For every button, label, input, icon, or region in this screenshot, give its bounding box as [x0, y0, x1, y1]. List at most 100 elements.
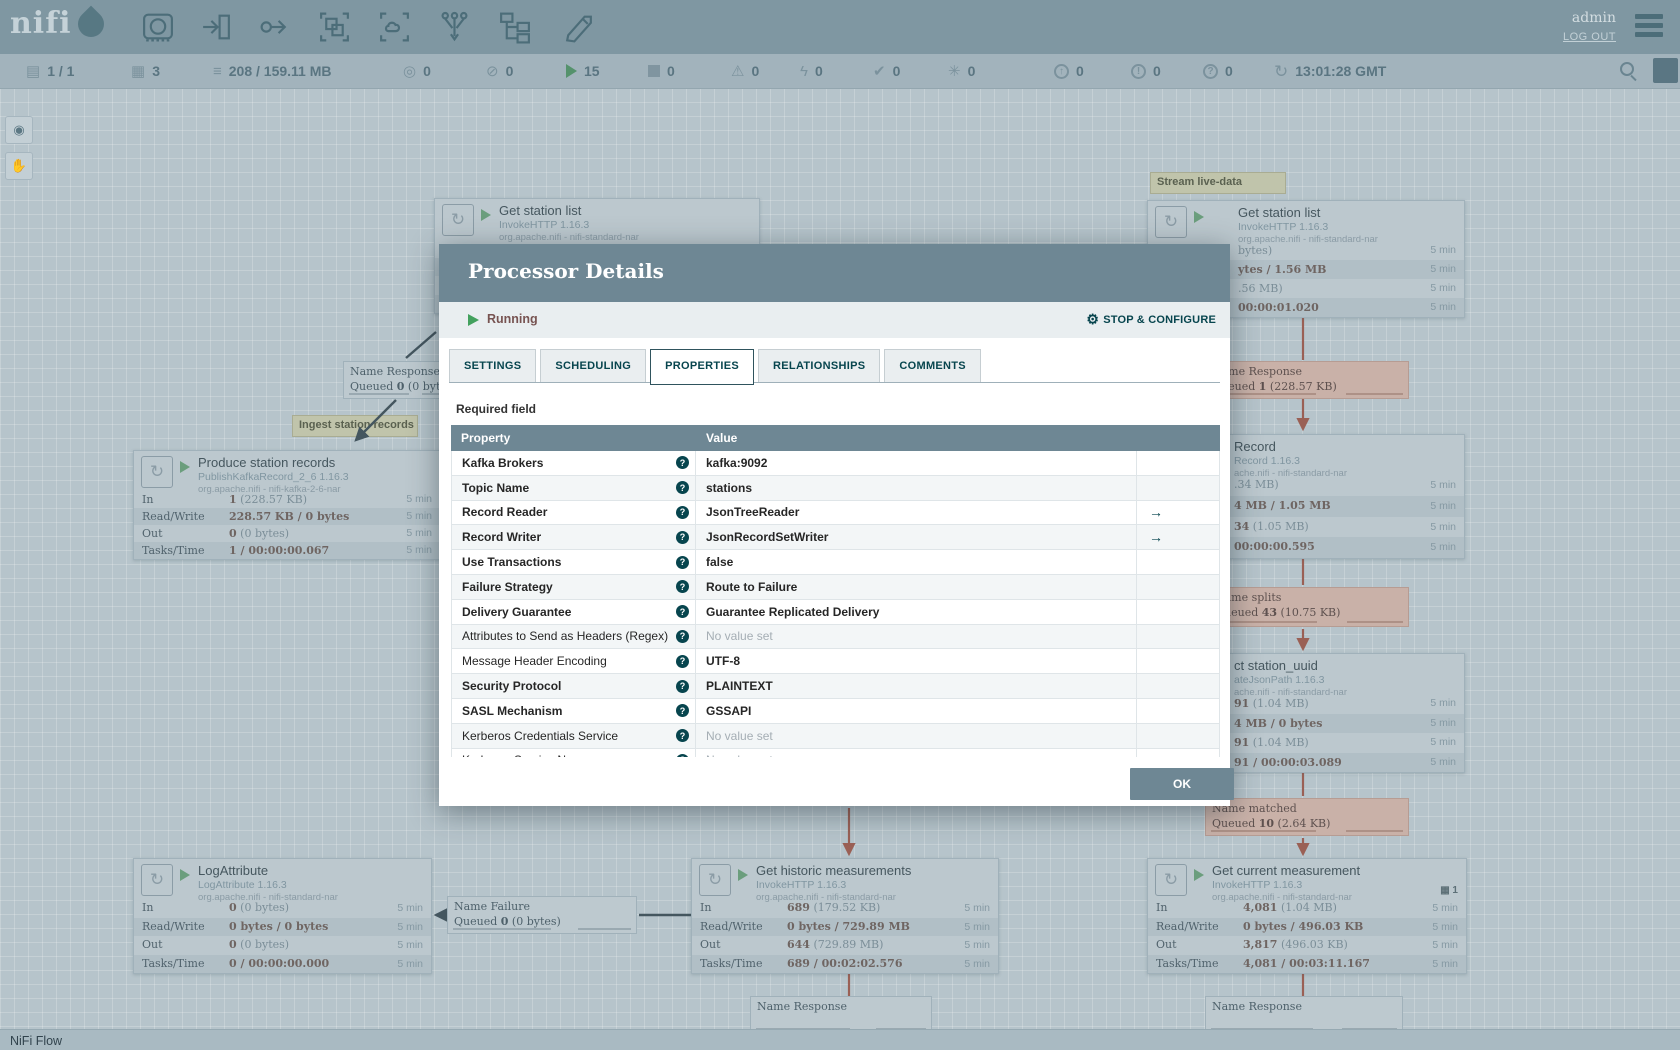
status-sync-failure: ? 0 [1203, 54, 1233, 88]
stat-value: 644 (729.89 MB) [787, 938, 884, 951]
remote-process-group-icon[interactable] [377, 8, 413, 46]
label-icon[interactable] [561, 8, 597, 46]
funnel-icon[interactable] [437, 8, 473, 46]
processor-icon[interactable] [140, 8, 176, 46]
property-actions-cell [1137, 600, 1219, 624]
connection-response-bottom-left[interactable]: Name Response [750, 996, 932, 1029]
stat-window: 5 min [1430, 499, 1456, 512]
processor-type-icon: ↻ [141, 864, 173, 896]
tab-properties[interactable]: PROPERTIES [650, 349, 755, 385]
label-stream-live-data[interactable]: Stream live-data [1150, 172, 1286, 194]
property-value-cell[interactable]: JsonRecordSetWriter [696, 525, 1137, 550]
stat-value: 4,081 / 00:03:11.167 [1243, 955, 1370, 974]
up-to-date-count: 0 [892, 63, 901, 79]
tab-scheduling[interactable]: SCHEDULING [540, 349, 647, 383]
ok-button[interactable]: OK [1130, 768, 1234, 800]
property-value-cell[interactable]: GSSAPI [696, 698, 1137, 723]
operate-palette-button[interactable]: ✋ [5, 152, 33, 180]
tab-comments[interactable]: COMMENTS [884, 349, 981, 383]
help-icon[interactable]: ? [676, 753, 689, 757]
help-icon[interactable]: ? [676, 505, 689, 519]
property-actions-cell [1137, 451, 1219, 475]
navigate-palette-button[interactable]: ◉ [5, 116, 33, 144]
stat-label: Tasks/Time [1156, 956, 1219, 970]
property-value-cell[interactable]: PLAINTEXT [696, 674, 1137, 698]
property-value-cell[interactable]: Guarantee Replicated Delivery [696, 599, 1137, 624]
stop-and-configure-button[interactable]: ⚙ STOP & CONFIGURE [1086, 311, 1216, 328]
processor-header: ↻ Produce station records PublishKafkaReco… [134, 451, 440, 495]
backpressure-bar-right [578, 928, 631, 930]
get-historic-measurements[interactable]: ↻ Get historic measurements InvokeHTTP 1.1… [691, 858, 999, 974]
property-actions-cell [1137, 625, 1219, 649]
property-value-cell[interactable]: No value set [696, 723, 1137, 748]
transmitting-count: 0 [423, 63, 431, 79]
connection-response-bottom-right[interactable]: Name Response [1205, 996, 1403, 1029]
connection-splits[interactable]: Name splits Queued 43 (10.75 KB) [1208, 587, 1409, 627]
label-ingest-station-records[interactable]: Ingest station records [292, 415, 418, 437]
run-status-label: Running [487, 312, 538, 326]
property-value-cell[interactable]: false [696, 550, 1137, 574]
connection-failure[interactable]: Name Failure Queued 0 (0 bytes) [447, 896, 637, 934]
process-group-icon[interactable] [317, 8, 353, 46]
stat-window: 5 min [964, 902, 990, 914]
global-menu-icon[interactable] [1635, 14, 1663, 41]
processor-header: ↻ Get station list InvokeHTTP 1.16.3 org.ap… [435, 199, 759, 243]
help-icon[interactable]: ? [676, 580, 689, 594]
goto-service-icon[interactable]: → [1149, 529, 1163, 545]
help-icon[interactable]: ? [676, 456, 689, 470]
property-value-cell[interactable]: No value set [696, 624, 1137, 649]
tab-settings[interactable]: SETTINGS [449, 349, 537, 383]
property-value-cell[interactable]: UTF-8 [696, 649, 1137, 674]
statusbar-square-button[interactable] [1653, 58, 1678, 83]
connection-line[interactable] [405, 331, 437, 359]
user-area: admin LOG OUT [1563, 10, 1616, 43]
sync-failure-count: 0 [1225, 63, 1233, 79]
help-icon[interactable]: ? [676, 629, 689, 643]
stat-value-strong: 34 [1234, 519, 1250, 533]
column-value: Value [706, 431, 738, 445]
output-port-icon[interactable] [257, 8, 293, 46]
property-actions-cell: → [1137, 501, 1219, 525]
connection-matched[interactable]: Name matched Queued 10 (2.64 KB) [1205, 798, 1409, 836]
property-row: Attributes to Send as Headers (Regex)? No… [452, 624, 1219, 650]
get-current-measurement[interactable]: ↻ Get current measurement InvokeHTTP 1.16.… [1147, 858, 1467, 974]
stat-value: ytes / 1.56 MB [1238, 260, 1326, 279]
property-value-cell[interactable]: Route to Failure [696, 574, 1137, 599]
breadcrumb[interactable]: NiFi Flow [10, 1034, 62, 1048]
processor-name: ct station_uuid [1234, 658, 1318, 673]
goto-service-icon[interactable]: → [1149, 504, 1163, 520]
property-value-cell[interactable]: JsonTreeReader [696, 500, 1137, 525]
help-icon[interactable]: ? [676, 605, 689, 619]
connection-response-right[interactable]: Name Response Queued 1 (228.57 KB) [1205, 361, 1409, 399]
nifi-logo-text: nifi [10, 6, 72, 41]
help-icon[interactable]: ? [676, 555, 689, 569]
stopped-count: 0 [667, 63, 675, 79]
help-icon[interactable]: ? [676, 729, 689, 743]
status-locally-modified-stale: ! 0 [1131, 54, 1161, 88]
help-icon[interactable]: ? [676, 530, 689, 544]
stat-value: 0 bytes / 496.03 KB [1243, 918, 1363, 937]
processor-name: Get station list [1238, 205, 1321, 220]
processor-titles: Get station list InvokeHTTP 1.16.3 org.apa… [1238, 205, 1378, 245]
input-port-icon[interactable] [198, 8, 234, 46]
app-header: nifi admin LOG OUT [0, 0, 1680, 54]
stat-value-strong: 4,081 [1243, 901, 1278, 914]
property-value-cell[interactable]: kafka:9092 [696, 451, 1137, 475]
search-icon[interactable] [1620, 62, 1638, 82]
logout-link[interactable]: LOG OUT [1563, 31, 1616, 43]
locally-modified-count: 0 [967, 63, 976, 79]
processor-type: InvokeHTTP 1.16.3 [756, 879, 847, 891]
property-value-cell[interactable]: stations [696, 475, 1137, 500]
produce-station-records[interactable]: ↻ Produce station records PublishKafkaReco… [133, 450, 441, 560]
tab-relationships[interactable]: RELATIONSHIPS [758, 349, 881, 383]
help-icon[interactable]: ? [676, 654, 689, 668]
help-icon[interactable]: ? [676, 481, 689, 495]
template-icon[interactable] [497, 8, 533, 46]
property-value-cell[interactable]: No value set [696, 748, 1137, 757]
stat-window: 5 min [1430, 736, 1456, 748]
log-attribute[interactable]: ↻ LogAttribute LogAttribute 1.16.3 org.apac… [133, 858, 432, 974]
property-row: Use Transactions? false [452, 550, 1219, 575]
help-icon[interactable]: ? [676, 704, 689, 718]
refresh-icon[interactable]: ↻ [1274, 63, 1288, 80]
help-icon[interactable]: ? [676, 679, 689, 693]
